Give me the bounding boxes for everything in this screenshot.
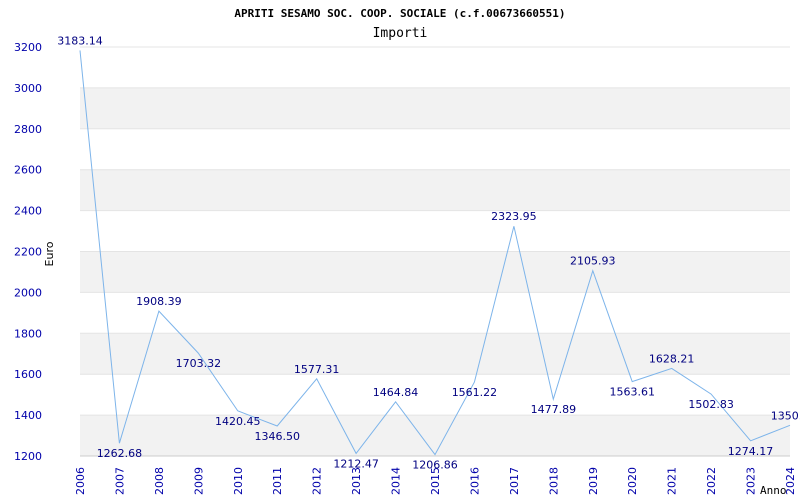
y-tick-label: 2200 [14,246,42,259]
data-label: 1274.17 [728,445,774,458]
x-tick-label: 2019 [587,467,600,495]
grid-band [80,415,790,456]
x-tick-label: 2010 [232,467,245,495]
x-tick-label: 2009 [192,467,205,495]
data-label: 1420.45 [215,415,261,428]
data-label: 1477.89 [531,403,577,416]
y-tick-label: 1600 [14,368,42,381]
data-label: 2323.95 [491,210,537,223]
data-label: 1346.50 [254,430,300,443]
grid-bands [80,87,790,456]
grid-band [80,251,790,293]
x-tick-label: 2006 [74,467,87,495]
x-axis-label: Anno [760,484,787,497]
y-tick-label: 2800 [14,123,42,136]
data-label: 1262.68 [97,447,143,460]
y-tick-label: 2000 [14,286,42,299]
chart-subtitle: Importi [373,26,428,41]
chart-title: APRITI SESAMO SOC. COOP. SOCIALE (c.f.00… [234,7,565,20]
x-tick-label: 2023 [745,467,758,495]
data-label: 1561.22 [452,386,498,399]
data-label: 1628.21 [649,352,695,365]
y-tick-label: 3200 [14,41,42,54]
y-tick-label: 3000 [14,82,42,95]
x-tick-label: 2017 [508,467,521,495]
x-tick-label: 2011 [271,467,284,495]
x-tick-label: 2014 [390,467,403,495]
x-tick-label: 2012 [311,467,324,495]
x-tick-label: 2008 [153,467,166,495]
x-tick-label: 2020 [626,467,639,495]
x-tick-label: 2021 [666,467,679,495]
data-label: 1703.32 [176,357,222,370]
grid-band [80,87,790,129]
y-tick-label: 1200 [14,450,42,463]
x-tick-label: 2007 [113,467,126,495]
data-label: 3183.14 [57,34,103,47]
y-tick-label: 1800 [14,327,42,340]
y-tick-label: 2400 [14,205,42,218]
x-tick-label: 2016 [468,467,481,495]
data-label: 1908.39 [136,295,182,308]
data-label: 1350.3 [771,409,800,422]
y-tick-label: 2600 [14,164,42,177]
data-label: 1563.61 [609,386,655,399]
x-tick-label: 2018 [547,467,560,495]
grid-band [80,169,790,211]
y-tick-label: 1400 [14,409,42,422]
chart: 1200 1400 1600 1800 2000 2200 2400 2600 2800 3000… [14,7,800,497]
data-label: 1212.47 [333,457,379,470]
data-label: 1464.84 [373,386,419,399]
data-label: 1502.83 [688,398,734,411]
y-axis-ticks: 1200 1400 1600 1800 2000 2200 2400 2600 2800 3000… [14,41,42,463]
x-tick-label: 2022 [705,467,718,495]
x-tick-label: 2013 [350,467,363,495]
data-label: 1577.31 [294,363,340,376]
data-label: 1206.86 [412,459,458,472]
data-label: 2105.93 [570,255,616,268]
y-axis-label: Euro [43,241,56,266]
